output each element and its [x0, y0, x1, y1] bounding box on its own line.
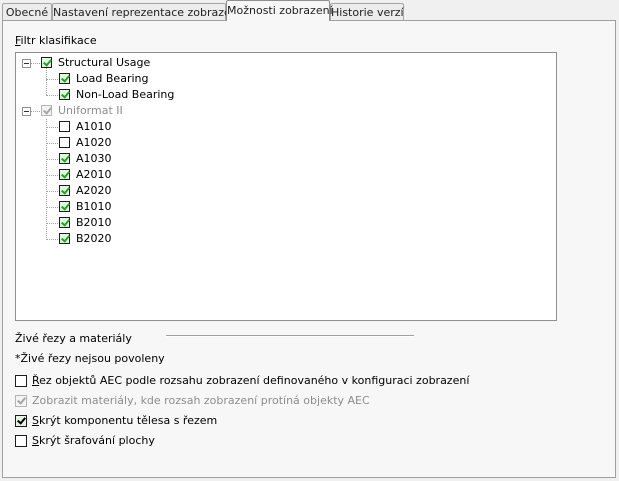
- tree-node-label: B2010: [76, 216, 112, 229]
- load-bearing-checkbox[interactable]: [59, 73, 70, 84]
- show-materials-checkbox[interactable]: [15, 395, 27, 407]
- live-sections-note: *Živé řezy nejsou povoleny: [15, 352, 165, 365]
- classification-filter-label: Filtr klasifikace: [15, 34, 97, 47]
- b1010-checkbox[interactable]: [59, 201, 70, 212]
- tab-bar: Obecné Nastavení reprezentace zobrazení …: [0, 0, 619, 22]
- tree-line: [46, 207, 58, 208]
- group-separator: [166, 335, 414, 337]
- a2010-checkbox[interactable]: [59, 169, 70, 180]
- tree-node-label: Structural Usage: [58, 56, 151, 69]
- tree-line: [46, 159, 58, 160]
- tree-line: [46, 65, 47, 95]
- tree-node-label: B2020: [76, 232, 112, 245]
- tree-node-label: A2010: [76, 168, 112, 181]
- tree-node-label: Load Bearing: [76, 72, 149, 85]
- hide-body-component-checkbox[interactable]: [15, 415, 27, 427]
- a2020-checkbox[interactable]: [59, 185, 70, 196]
- tree-line: [46, 239, 58, 240]
- b2020-checkbox[interactable]: [59, 233, 70, 244]
- dialog-root: Obecné Nastavení reprezentace zobrazení …: [0, 0, 619, 481]
- section-by-display-range-checkbox[interactable]: [15, 375, 27, 387]
- tree-line: [46, 191, 58, 192]
- live-sections-heading: Živé řezy a materiály: [15, 332, 132, 345]
- tree-line: [46, 95, 58, 96]
- non-load-bearing-checkbox[interactable]: [59, 89, 70, 100]
- collapse-structural-usage-icon[interactable]: [22, 59, 31, 68]
- a1020-checkbox[interactable]: [59, 137, 70, 148]
- tab-version-history[interactable]: Historie verzí: [330, 3, 404, 20]
- classification-tree[interactable]: Structural Usage Load Bearing Non-Load B…: [15, 52, 557, 321]
- tree-line: [46, 79, 58, 80]
- collapse-uniformat-icon[interactable]: [22, 107, 31, 116]
- tree-line: [46, 223, 58, 224]
- uniformat-ii-checkbox[interactable]: [41, 105, 52, 116]
- tree-node-label: A1020: [76, 136, 112, 149]
- option-label: Skrýt komponentu tělesa s řezem: [32, 414, 218, 427]
- tree-node-label: A1010: [76, 120, 112, 133]
- tree-line: [46, 175, 58, 176]
- tree-node-label: A2020: [76, 184, 112, 197]
- tree-line: [30, 111, 40, 112]
- tree-node-label: B1010: [76, 200, 112, 213]
- tree-line: [46, 127, 58, 128]
- tree-line: [46, 143, 58, 144]
- tree-node-label: Uniformat II: [58, 104, 123, 117]
- tab-general[interactable]: Obecné: [2, 3, 52, 20]
- tree-line: [30, 63, 40, 64]
- tree-line: [46, 119, 47, 240]
- option-label: Skrýt šrafování plochy: [32, 434, 155, 447]
- b2010-checkbox[interactable]: [59, 217, 70, 228]
- option-label: Zobrazit materiály, kde rozsah zobrazení…: [32, 394, 370, 407]
- tab-display-options[interactable]: Možnosti zobrazení: [226, 0, 333, 21]
- tree-node-label: A1030: [76, 152, 112, 165]
- a1010-checkbox[interactable]: [59, 121, 70, 132]
- tab-display-representation-settings[interactable]: Nastavení reprezentace zobrazení: [52, 3, 241, 20]
- structural-usage-checkbox[interactable]: [41, 57, 52, 68]
- hide-surface-hatching-checkbox[interactable]: [15, 435, 27, 447]
- a1030-checkbox[interactable]: [59, 153, 70, 164]
- tree-node-label: Non-Load Bearing: [76, 88, 175, 101]
- option-label: Řez objektů AEC podle rozsahu zobrazení …: [32, 374, 470, 387]
